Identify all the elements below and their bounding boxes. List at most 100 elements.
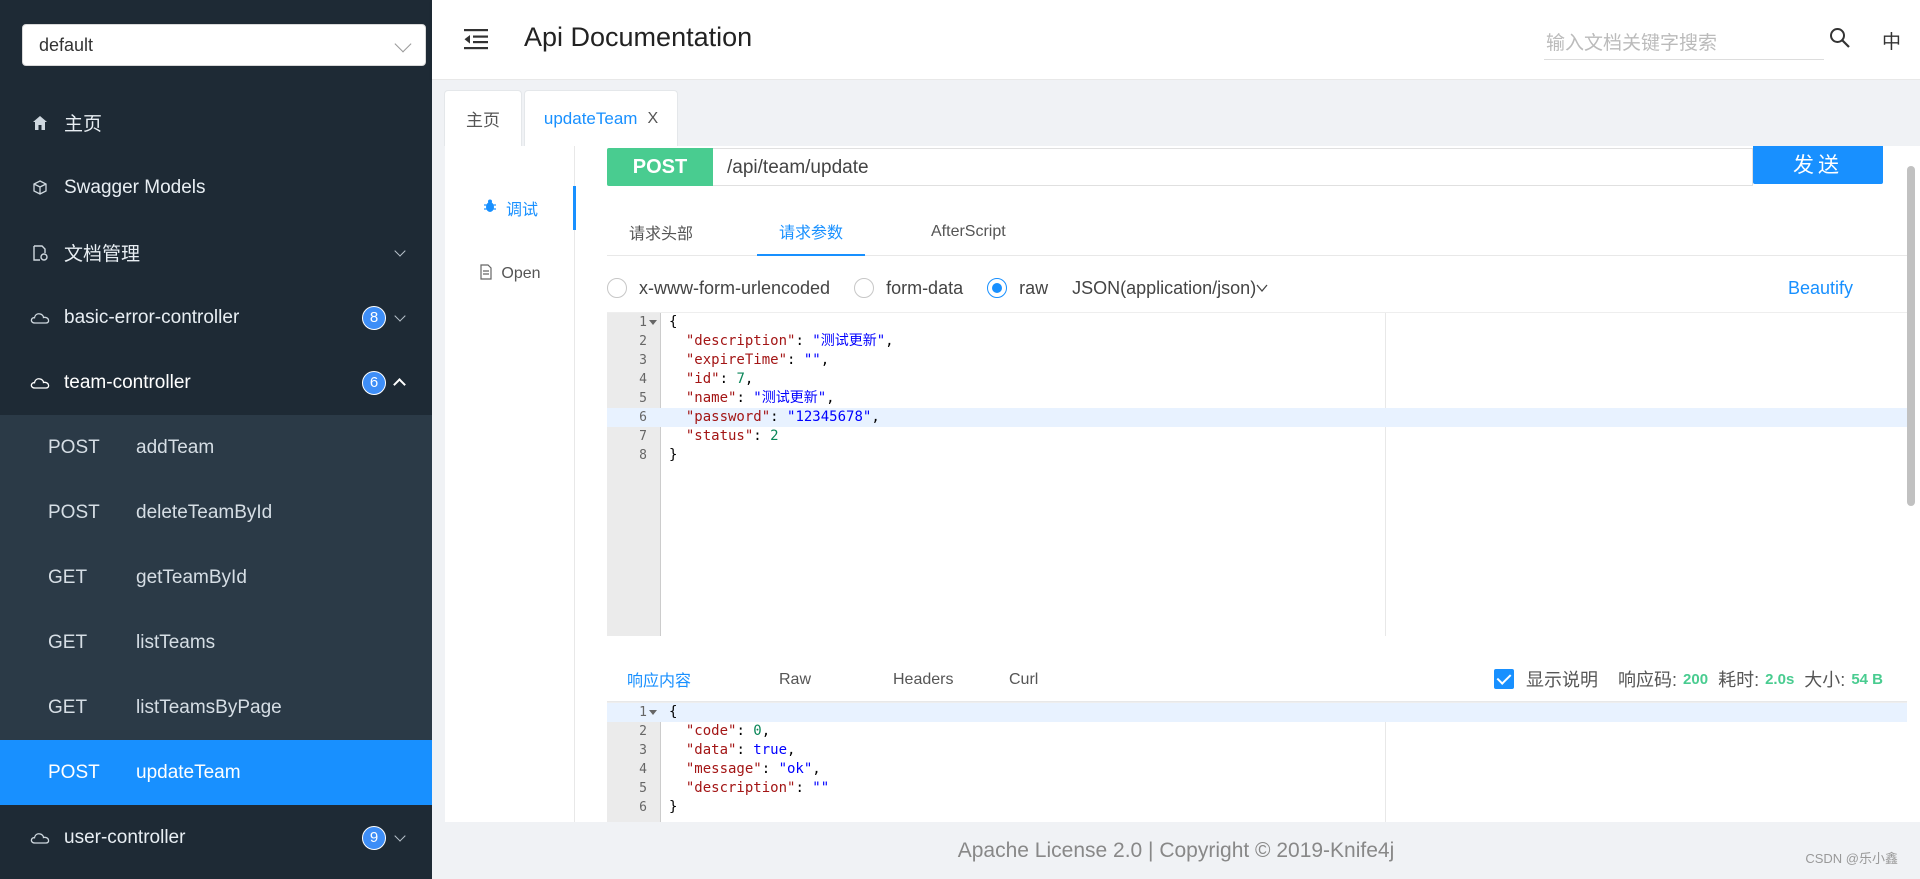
beautify-button[interactable]: Beautify	[1788, 278, 1853, 299]
footer-copyright: Apache License 2.0 | Copyright © 2019-Kn…	[957, 838, 1395, 862]
tab-update-team[interactable]: updateTeam X	[524, 90, 678, 146]
close-icon[interactable]: X	[647, 110, 658, 128]
endpoint-name: addTeam	[136, 436, 215, 458]
line-number: 6	[639, 800, 647, 815]
side-tab-debug[interactable]: 调试	[445, 186, 576, 230]
radio-label: form-data	[886, 277, 964, 298]
url-input[interactable]: /api/team/update	[713, 148, 1753, 186]
send-button[interactable]: 发送	[1753, 146, 1883, 184]
sidebar-menu: 主页 Swagger Models 文档管理 basic-error-contr…	[0, 90, 432, 870]
sidebar-item-swagger-models[interactable]: Swagger Models	[0, 155, 432, 220]
http-method: POST	[48, 436, 100, 458]
endpoint-name: listTeamsByPage	[136, 696, 282, 718]
http-method: POST	[48, 761, 100, 783]
endpoint-name: getTeamById	[136, 566, 247, 588]
code-line: 8}	[607, 446, 1907, 465]
tab-response-headers[interactable]: Headers	[893, 656, 953, 704]
sidebar-item-team-controller[interactable]: team-controller 6	[0, 350, 432, 415]
search-icon[interactable]	[1828, 26, 1852, 50]
sidebar-item-label: Swagger Models	[64, 176, 206, 198]
team-controller-endpoints: POST addTeam POST deleteTeamById GET get…	[0, 415, 432, 805]
radio-button[interactable]	[607, 278, 627, 298]
sidebar-item-basic-error-controller[interactable]: basic-error-controller 8	[0, 285, 432, 350]
line-number: 1	[639, 315, 647, 330]
side-tab-open[interactable]: Open	[445, 252, 575, 296]
cloud-icon	[30, 828, 50, 848]
tab-after-script[interactable]: AfterScript	[931, 208, 1006, 256]
group-select[interactable]: default	[22, 24, 426, 66]
http-method: GET	[48, 696, 88, 718]
response-body-editor[interactable]: 1{ 2 "code": 0, 3 "data": true, 4 "messa…	[607, 702, 1907, 822]
radio-button[interactable]	[987, 278, 1008, 298]
line-number: 6	[639, 410, 647, 425]
code-line: 5 "description": ""	[607, 779, 1907, 798]
main-panel: 调试 Open POST /api/team/update 发送 请求头部 请求…	[445, 146, 1920, 822]
count-badge: 9	[362, 825, 386, 850]
endpoint-update-team[interactable]: POST updateTeam	[0, 740, 432, 805]
line-number: 5	[639, 391, 647, 406]
endpoint-add-team[interactable]: POST addTeam	[0, 415, 432, 480]
endpoint-list-teams-by-page[interactable]: GET listTeamsByPage	[0, 675, 432, 740]
menu-fold-icon[interactable]	[464, 28, 488, 50]
tab-request-params[interactable]: 请求参数	[757, 208, 866, 256]
endpoint-name: updateTeam	[136, 761, 241, 783]
chevron-down-icon	[394, 35, 412, 53]
show-description-label: 显示说明	[1526, 670, 1599, 690]
group-select-value: default	[39, 34, 94, 55]
line-number: 1	[639, 705, 647, 720]
language-toggle[interactable]: 中	[1882, 27, 1901, 54]
count-badge: 8	[362, 305, 386, 330]
tab-label: 主页	[466, 111, 500, 130]
line-number: 3	[639, 743, 647, 758]
sidebar-item-user-controller[interactable]: user-controller 9	[0, 805, 432, 870]
fold-icon[interactable]	[649, 710, 657, 715]
radio-label: x-www-form-urlencoded	[639, 277, 831, 298]
request-body-editor[interactable]: 1{ 2 "description": "测试更新", 3 "expireTim…	[607, 312, 1907, 636]
content-type-value: JSON(application/json)	[1072, 277, 1257, 298]
endpoint-list-teams[interactable]: GET listTeams	[0, 610, 432, 675]
radio-urlencoded[interactable]: x-www-form-urlencoded	[607, 278, 830, 299]
time-label: 耗时:	[1718, 670, 1760, 690]
status-label: 响应码:	[1618, 670, 1678, 690]
radio-raw[interactable]: raw	[987, 278, 1048, 299]
endpoint-get-team-by-id[interactable]: GET getTeamById	[0, 545, 432, 610]
panel-scrollbar[interactable]	[1907, 166, 1915, 506]
show-description-checkbox[interactable]	[1494, 669, 1515, 689]
response-tabs: 响应内容 Raw Headers Curl 显示说明 响应码: 200 耗时: …	[607, 656, 1907, 704]
code-line: 7 "status": 2	[607, 427, 1907, 446]
line-number: 2	[639, 334, 647, 349]
cube-icon	[30, 178, 50, 198]
radio-button[interactable]	[854, 278, 875, 298]
request-tabs: 请求头部 请求参数 AfterScript	[607, 208, 1907, 256]
sidebar-item-home[interactable]: 主页	[0, 90, 432, 155]
content-type-select[interactable]: JSON(application/json)	[1072, 278, 1268, 299]
response-meta: 显示说明 响应码: 200 耗时: 2.0s 大小: 54 B	[1494, 666, 1883, 692]
size-value: 54 B	[1851, 670, 1883, 688]
code-line: 4 "message": "ok",	[607, 760, 1907, 779]
http-method: GET	[48, 631, 88, 653]
code-line: 2 "description": "测试更新",	[607, 332, 1907, 351]
tab-response-raw[interactable]: Raw	[779, 656, 811, 704]
line-number: 7	[639, 429, 647, 444]
cloud-icon	[30, 308, 50, 328]
bug-icon	[482, 198, 498, 218]
tab-bar: 主页 updateTeam X	[432, 80, 1920, 146]
sidebar-item-doc-management[interactable]: 文档管理	[0, 220, 432, 285]
request-url-row: POST /api/team/update 发送	[607, 146, 1883, 186]
code-line: 6}	[607, 798, 1907, 817]
code-line: 5 "name": "测试更新",	[607, 389, 1907, 408]
tab-response-curl[interactable]: Curl	[1009, 656, 1038, 704]
endpoint-delete-team-by-id[interactable]: POST deleteTeamById	[0, 480, 432, 545]
tab-home[interactable]: 主页	[444, 90, 522, 146]
tab-response-content[interactable]: 响应内容	[607, 656, 712, 704]
http-method: POST	[48, 501, 100, 523]
line-number: 5	[639, 781, 647, 796]
radio-form-data[interactable]: form-data	[854, 278, 963, 299]
code-line: 1{	[607, 313, 1907, 332]
search-input[interactable]: 输入文档关键字搜索	[1544, 22, 1824, 60]
count-badge: 6	[362, 370, 386, 395]
app-title: Api Documentation	[524, 22, 753, 52]
time-value: 2.0s	[1765, 670, 1795, 688]
fold-icon[interactable]	[649, 320, 657, 325]
tab-request-headers[interactable]: 请求头部	[627, 208, 695, 256]
